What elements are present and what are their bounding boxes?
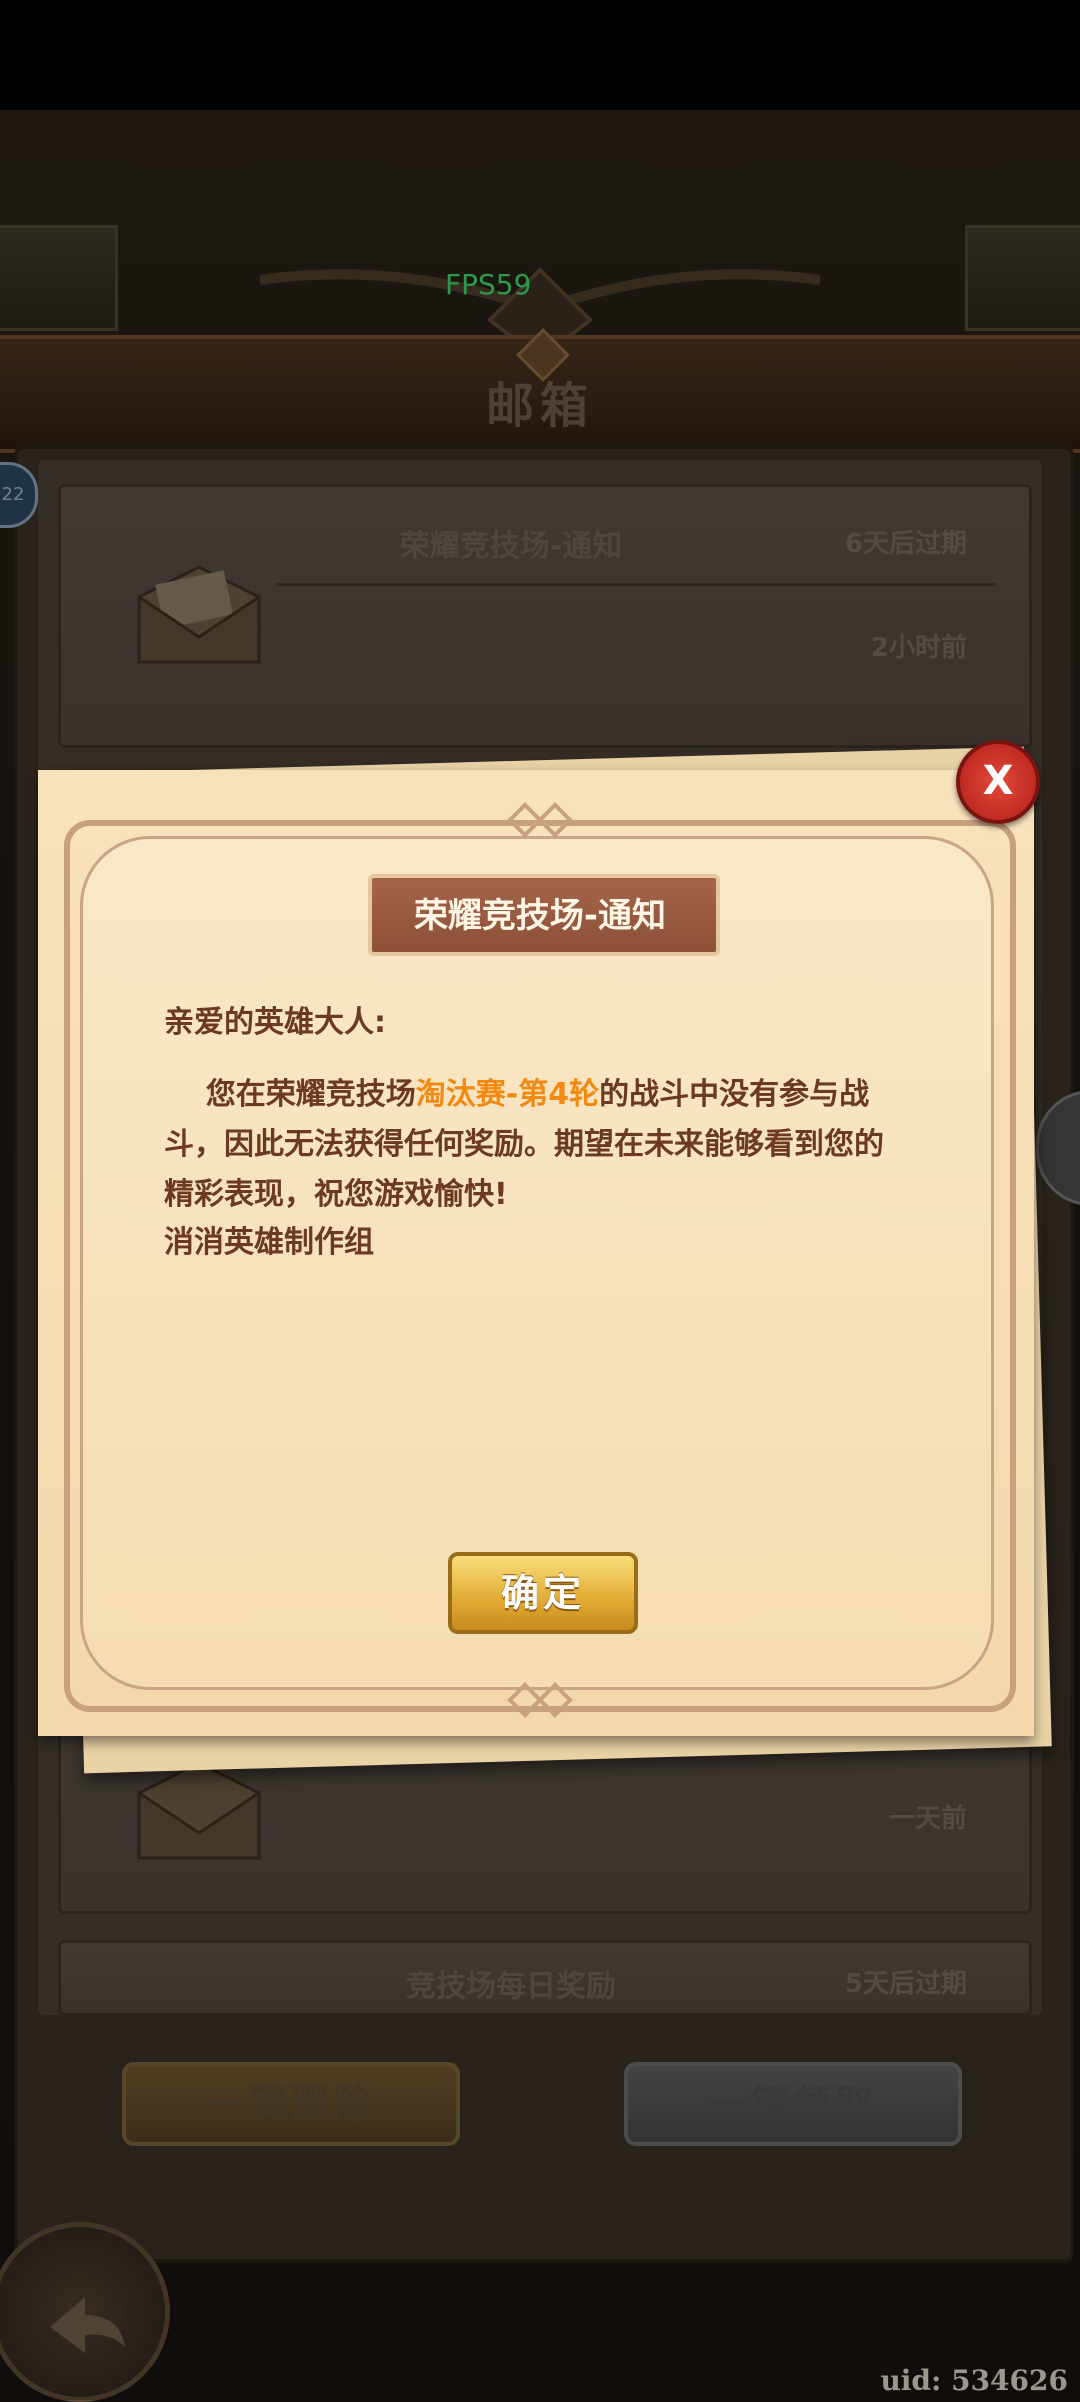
body-text-start: 您在荣耀竞技场 [205,1077,416,1112]
frame-bottom-ornament-icon [507,1682,573,1718]
modal-signature: 消消英雄制作组 [164,1225,374,1260]
modal-body: 您在荣耀竞技场淘汰赛-第4轮的战斗中没有参与战斗，因此无法获得任何奖励。期望在未… [164,1070,904,1220]
confirm-button[interactable]: 确定 [448,1552,638,1634]
close-button[interactable]: X [956,740,1040,824]
frame-top-ornament-icon [507,802,573,838]
status-bar [0,0,1080,110]
modal-greeting: 亲爱的英雄大人: [164,1005,386,1040]
body-highlight: 淘汰赛-第4轮 [415,1077,600,1112]
modal-title: 荣耀竞技场-通知 [413,896,667,936]
